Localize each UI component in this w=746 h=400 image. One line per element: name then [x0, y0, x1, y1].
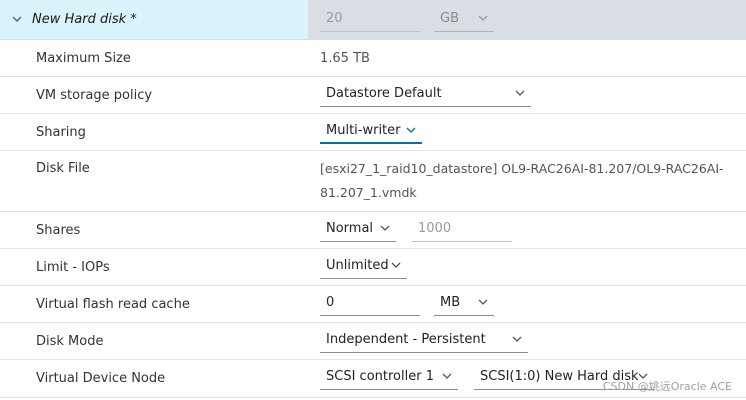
disk-size-input[interactable]: 20: [320, 8, 420, 32]
sharing-label: Sharing: [36, 125, 86, 140]
row-disk-mode: Disk Mode Independent - Persistent: [0, 323, 746, 360]
disk-file-label: Disk File: [36, 161, 90, 176]
scsi-controller-select[interactable]: SCSI controller 1: [320, 366, 458, 390]
row-limit-iops: Limit - IOPs Unlimited: [0, 249, 746, 286]
limit-iops-label: Limit - IOPs: [36, 260, 110, 275]
disk-size-unit-label: GB: [440, 11, 459, 26]
flash-cache-input[interactable]: 0: [320, 292, 420, 316]
hard-disk-title: New Hard disk *: [32, 12, 137, 27]
shares-number-input[interactable]: 1000: [412, 218, 512, 242]
shares-select[interactable]: Normal: [320, 218, 396, 242]
row-sharing: Sharing Multi-writer: [0, 114, 746, 151]
watermark: CSDN @姚远Oracle ACE: [602, 380, 732, 393]
chevron-down-icon: [515, 90, 525, 96]
device-node-label: Virtual Device Node: [36, 371, 166, 386]
storage-policy-label: VM storage policy: [36, 88, 153, 103]
shares-label: Shares: [36, 223, 81, 238]
row-vm-storage-policy: VM storage policy Datastore Default: [0, 77, 746, 114]
chevron-down-icon: [478, 299, 488, 305]
row-shares: Shares Normal 1000: [0, 212, 746, 249]
flash-cache-unit-select[interactable]: MB: [434, 292, 494, 316]
chevron-down-icon: [478, 15, 488, 21]
scsi-controller-value: SCSI controller 1: [326, 369, 434, 384]
flash-cache-unit-label: MB: [440, 295, 461, 310]
chevron-down-icon: [406, 127, 416, 133]
sharing-value: Multi-writer: [326, 123, 401, 138]
chevron-down-icon: [442, 373, 452, 379]
disk-file-path-line2: 81.207_1.vmdk: [320, 185, 417, 200]
chevron-down-icon: [512, 336, 522, 342]
sharing-select[interactable]: Multi-writer: [320, 120, 422, 144]
disk-mode-value: Independent - Persistent: [326, 332, 486, 347]
chevron-down-icon: [380, 225, 390, 231]
row-virtual-flash-read-cache: Virtual flash read cache 0 MB: [0, 286, 746, 323]
limit-iops-select[interactable]: Unlimited: [320, 255, 407, 279]
hard-disk-header[interactable]: New Hard disk * 20 GB: [0, 0, 746, 40]
max-size-value: 1.65 TB: [320, 51, 370, 66]
expand-chevron-icon[interactable]: [11, 13, 23, 25]
flash-cache-label: Virtual flash read cache: [36, 297, 190, 312]
limit-iops-value: Unlimited: [326, 258, 389, 273]
storage-policy-value: Datastore Default: [326, 86, 442, 101]
max-size-label: Maximum Size: [36, 51, 131, 66]
disk-mode-select[interactable]: Independent - Persistent: [320, 329, 528, 353]
disk-size-panel: 20 GB: [308, 0, 746, 40]
row-disk-file: Disk File [esxi27_1_raid10_datastore] OL…: [0, 151, 746, 212]
chevron-down-icon: [391, 262, 401, 268]
disk-mode-label: Disk Mode: [36, 334, 104, 349]
storage-policy-select[interactable]: Datastore Default: [320, 83, 531, 107]
shares-value: Normal: [326, 221, 374, 236]
row-maximum-size: Maximum Size 1.65 TB: [0, 40, 746, 77]
disk-size-unit-select[interactable]: GB: [434, 8, 494, 32]
